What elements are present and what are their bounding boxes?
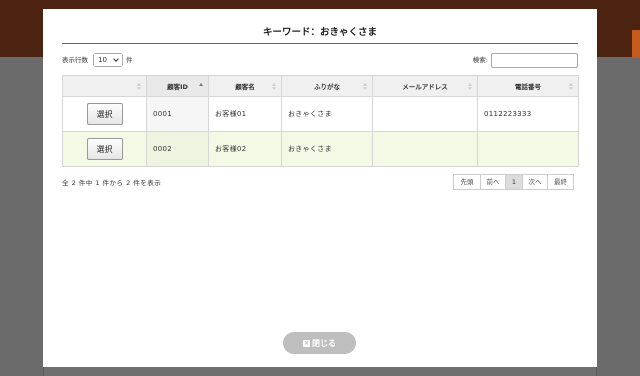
customer-id-cell: 0001 (146, 96, 209, 132)
page-length-unit: 件 (126, 56, 133, 64)
column-header-label: 電話番号 (515, 83, 541, 91)
customer-name-cell: お客様01 (208, 96, 282, 132)
pagination-prev-button[interactable]: 前へ (480, 174, 506, 190)
pagination-page-button[interactable]: 1 (505, 174, 523, 190)
sort-icon (569, 83, 574, 91)
chevron-down-icon (113, 56, 119, 62)
table-row: 選択 0002 お客様02 おきゃくさま (62, 131, 579, 167)
page-length-label: 表示行数 (62, 56, 88, 64)
search-label: 検索: (472, 56, 488, 64)
keyword-search-dialog: キーワード：おきゃくさま 表示行数 10 件 検索: 顧客ID 顧客名 ふりがな… (43, 9, 597, 367)
column-header-label: メールアドレス (402, 83, 448, 91)
close-icon: × (303, 338, 310, 347)
email-cell (372, 96, 478, 132)
email-cell (372, 131, 478, 167)
sort-icon (468, 83, 473, 91)
pagination-first-button[interactable]: 先頭 (453, 174, 481, 190)
select-button[interactable]: 選択 (86, 103, 123, 125)
customer-id-cell: 0002 (146, 131, 209, 167)
column-header-label: ふりがな (314, 83, 340, 91)
select-cell: 選択 (62, 131, 147, 167)
dialog-title: キーワード：おきゃくさま (262, 27, 377, 38)
table-info: 全 2 件中 1 件から 2 件を表示 (62, 179, 162, 187)
column-header-phone[interactable]: 電話番号 (477, 75, 579, 97)
customer-table: 顧客ID 顧客名 ふりがな メールアドレス 電話番号 選択 0001 お客様01… (62, 75, 579, 167)
sort-ascending-icon (199, 83, 204, 91)
close-button-label: 閉じる (312, 338, 336, 348)
sort-icon (137, 83, 142, 91)
sort-icon (363, 83, 368, 91)
customer-name-cell: お客様02 (208, 131, 282, 167)
search-input[interactable] (491, 53, 578, 68)
phone-cell (477, 131, 579, 167)
phone-cell: 0112223333 (477, 96, 579, 132)
pagination-last-button[interactable]: 最終 (547, 174, 574, 190)
sort-icon (272, 83, 277, 91)
column-header-customer-id[interactable]: 顧客ID (146, 75, 209, 97)
column-header-label: 顧客名 (235, 83, 255, 91)
kana-cell: おきゃくさま (281, 96, 373, 132)
select-button[interactable]: 選択 (86, 138, 123, 160)
pagination: 先頭 前へ 1 次へ 最終 (453, 174, 574, 190)
title-divider (62, 43, 578, 44)
column-header-customer-name[interactable]: 顧客名 (208, 75, 282, 97)
column-header-select[interactable] (62, 75, 147, 97)
table-row: 選択 0001 お客様01 おきゃくさま 0112223333 (62, 96, 579, 132)
table-header-row: 顧客ID 顧客名 ふりがな メールアドレス 電話番号 (62, 75, 579, 97)
page-header-accent (632, 30, 640, 58)
column-header-kana[interactable]: ふりがな (281, 75, 373, 97)
column-header-email[interactable]: メールアドレス (372, 75, 478, 97)
page-length-select[interactable]: 10 (93, 53, 123, 67)
page-length-value: 10 (98, 56, 107, 64)
select-cell: 選択 (62, 96, 147, 132)
kana-cell: おきゃくさま (281, 131, 373, 167)
close-button[interactable]: × 閉じる (283, 332, 356, 354)
pagination-next-button[interactable]: 次へ (522, 174, 548, 190)
column-header-label: 顧客ID (167, 83, 188, 91)
